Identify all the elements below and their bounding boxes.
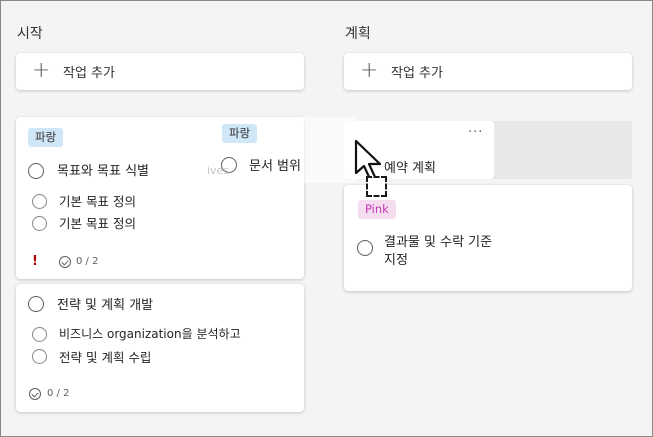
subtask-label: 기본 목표 정의 — [59, 216, 136, 231]
checklist-icon — [59, 256, 71, 268]
task-title[interactable]: 목표와 목표 식별 — [57, 160, 149, 179]
task-title[interactable]: 전략 및 계획 개발 — [57, 294, 153, 313]
subtask-checkbox[interactable] — [32, 349, 47, 364]
priority-important-icon: ! — [32, 254, 38, 269]
label-tag-pink[interactable]: Pink — [358, 200, 396, 219]
subtask-label: 기본 목표 정의 — [59, 194, 136, 209]
plus-icon: + — [360, 58, 379, 83]
complete-task-checkbox[interactable] — [357, 240, 373, 256]
add-task-button-start[interactable]: + 작업 추가 — [16, 53, 304, 90]
column-title-start: 시작 — [17, 26, 43, 42]
add-task-button-plan[interactable]: + 작업 추가 — [344, 53, 632, 90]
label-tag-blue: 파랑 — [222, 124, 258, 143]
plus-icon: + — [32, 58, 51, 83]
checklist-progress: 0 / 2 — [76, 256, 99, 267]
drag-copy-icon — [366, 176, 387, 197]
task-card-strategy[interactable]: 전략 및 계획 개발 비즈니스 organization을 분석하고 전략 및 … — [16, 284, 304, 412]
checklist-icon — [29, 388, 41, 400]
dragged-task-card[interactable]: 파랑 문서 범위 ives — [207, 117, 357, 183]
subtask-label: 비즈니스 organization을 분석하고 — [59, 327, 241, 341]
add-task-label: 작업 추가 — [391, 66, 443, 81]
add-task-label: 작업 추가 — [63, 66, 115, 81]
more-options-icon[interactable]: ··· — [468, 125, 483, 140]
task-title: 문서 범위 — [249, 159, 301, 174]
subtask-checkbox[interactable] — [32, 327, 47, 342]
complete-task-checkbox[interactable] — [28, 163, 44, 179]
ghost-text: ives — [207, 164, 230, 177]
subtask-checkbox[interactable] — [32, 194, 47, 209]
subtask-label: 전략 및 계획 수립 — [59, 350, 152, 365]
complete-task-checkbox[interactable] — [28, 296, 44, 312]
task-title[interactable]: 예약 계획 — [384, 157, 436, 176]
checklist-progress: 0 / 2 — [47, 388, 70, 399]
task-title-line2[interactable]: 지정 — [384, 249, 408, 268]
task-title-line1[interactable]: 결과물 및 수락 기준 — [384, 231, 492, 250]
task-card-deliverables[interactable]: Pink 결과물 및 수락 기준 지정 — [344, 185, 632, 291]
planner-board: 시작 + 작업 추가 파랑 목표와 목표 식별 기본 목표 정의 기본 목표 정… — [0, 0, 653, 437]
subtask-checkbox[interactable] — [32, 216, 47, 231]
column-title-plan: 계획 — [345, 26, 371, 42]
label-tag-blue[interactable]: 파랑 — [28, 128, 64, 147]
